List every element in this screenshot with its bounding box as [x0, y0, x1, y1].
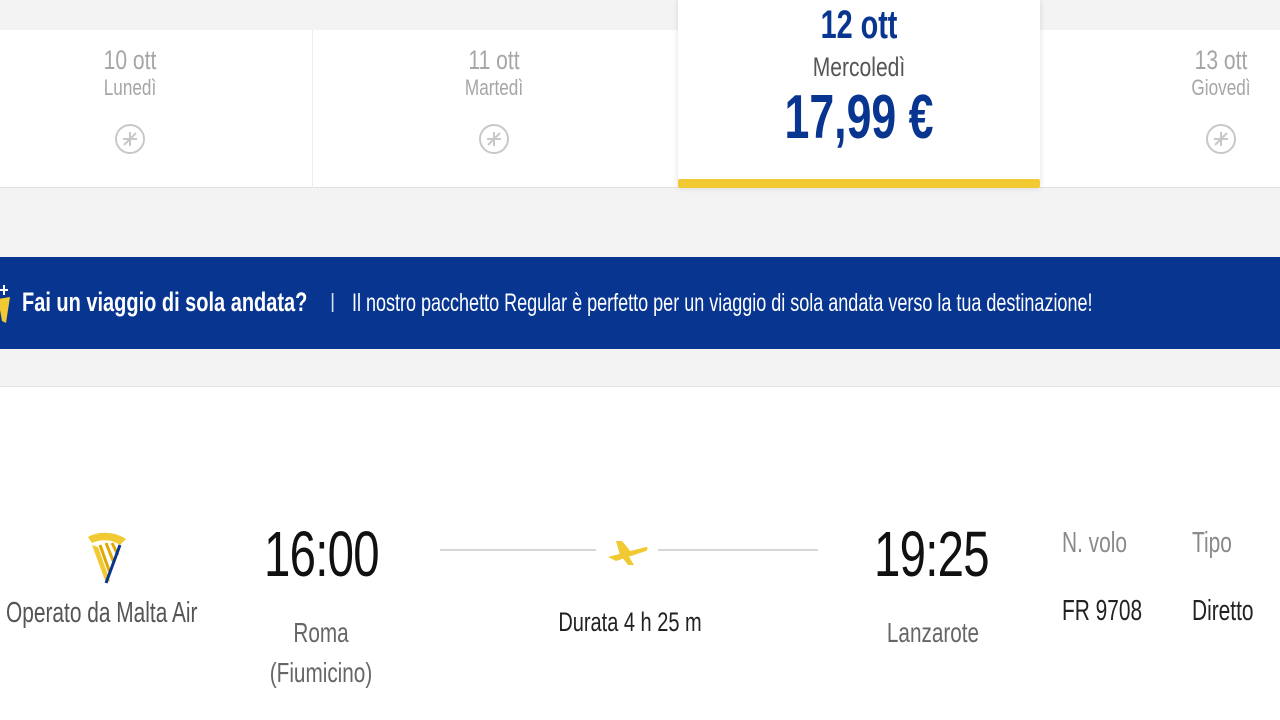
info-plane-icon: [0, 285, 10, 323]
date-card-10-ott[interactable]: 10 ott Lunedì: [0, 30, 310, 188]
no-flight-icon: [1206, 124, 1236, 154]
date-card-13-ott[interactable]: 13 ott Giovedì: [1040, 30, 1280, 188]
plane-icon: [608, 541, 648, 565]
one-way-info-banner: Fai un viaggio di sola andata? | Il nost…: [0, 257, 1280, 349]
date-card-12-ott-selected[interactable]: 12 ott Mercoledì 17,99 €: [678, 0, 1040, 188]
flight-type-label: Tipo: [1192, 527, 1232, 559]
departure-time: 16:00: [264, 518, 380, 590]
arrival-city: Lanzarote: [886, 617, 980, 648]
flight-card[interactable]: Operato da Malta Air 16:00 Roma (Fiumici…: [0, 386, 1280, 720]
weekday-label: Lunedì: [103, 75, 157, 100]
weekday-label: Giovedì: [1191, 75, 1251, 100]
no-flight-icon: [115, 124, 145, 154]
banner-divider: |: [330, 291, 336, 313]
route-line: [658, 549, 818, 551]
fare-price: 17,99 €: [784, 83, 934, 152]
weekday-label: Mercoledì: [812, 52, 906, 82]
selected-indicator: [678, 179, 1040, 188]
flight-type: Diretto: [1192, 595, 1254, 627]
flight-number-label: N. volo: [1062, 527, 1127, 559]
arrival-time: 19:25: [874, 518, 990, 590]
banner-title: Fai un viaggio di sola andata?: [22, 287, 308, 317]
date-label: 12 ott: [820, 3, 898, 47]
date-card-11-ott[interactable]: 11 ott Martedì: [314, 30, 674, 188]
date-separator: [312, 30, 313, 188]
flight-number: FR 9708: [1062, 595, 1143, 627]
date-label: 10 ott: [103, 45, 157, 75]
date-label: 11 ott: [468, 45, 520, 75]
departure-city: Roma (Fiumicino): [269, 617, 373, 688]
date-label: 13 ott: [1194, 45, 1248, 75]
ryanair-harp-logo: [88, 532, 126, 584]
operated-by: Operato da Malta Air: [6, 597, 198, 629]
route-line: [440, 549, 596, 551]
banner-text: Il nostro pacchetto Regular è perfetto p…: [352, 289, 1093, 317]
weekday-label: Martedì: [464, 75, 524, 100]
flight-duration: Durata 4 h 25 m: [558, 607, 702, 637]
no-flight-icon: [479, 124, 509, 154]
